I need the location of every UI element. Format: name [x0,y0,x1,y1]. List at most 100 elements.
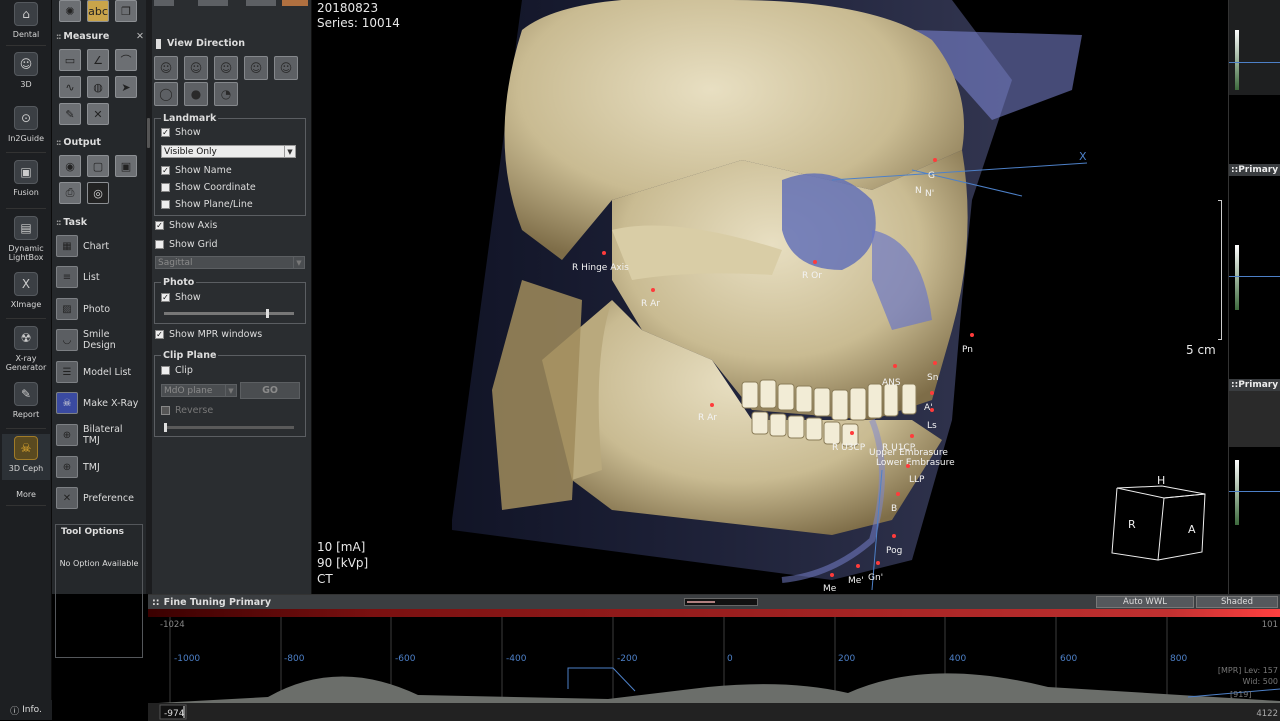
sphere-icon[interactable]: ◍ [87,76,109,98]
toolbar-button[interactable] [282,0,308,6]
shaded-button[interactable]: Shaded [1196,596,1278,608]
toolbar-button[interactable] [154,0,174,6]
slider-handle[interactable] [266,309,269,318]
show-mpr-checkbox[interactable]: ✓ Show MPR windows [155,329,262,340]
text-label-icon[interactable]: abc [87,0,109,22]
toolbar-button[interactable] [198,0,228,6]
landmark-dot[interactable] [710,403,714,407]
landmark-dot[interactable] [970,333,974,337]
nav-ximage[interactable]: X XImage [2,272,50,314]
toolbar-button[interactable] [246,0,276,6]
info-button[interactable]: ⓘ Info. [0,700,52,720]
reverse-checkbox[interactable]: Reverse [161,405,213,416]
delete-icon[interactable]: ✕ [87,103,109,125]
view-top-icon[interactable]: ◯ [154,82,178,106]
checkbox-checked[interactable]: ✓ [155,221,164,230]
task-photo[interactable]: ▨ Photo [56,296,142,322]
histogram-chart[interactable]: -1000 -800 -600 -400 -200 0 200 400 600 … [148,617,1280,721]
3d-viewport[interactable]: X G N N' R Hinge Axis R Or R Ar Pn ANS S… [312,0,1228,594]
chevron-down-icon[interactable]: ▼ [225,385,236,396]
disc-icon[interactable]: ◎ [87,182,109,204]
view-front-right-icon[interactable]: ☺ [244,56,268,80]
mpr-thumbnail[interactable] [1229,0,1280,95]
task-model-list[interactable]: ☰ Model List [56,359,142,385]
task-list[interactable]: ≡ List [56,264,142,290]
clip-depth-slider[interactable] [164,423,294,432]
mpr-thumbnail[interactable] [1229,391,1280,447]
nav-fusion[interactable]: ▣ Fusion [2,160,50,204]
capture-icon[interactable]: ▢ [87,155,109,177]
landmark-dot[interactable] [930,408,934,412]
grid-plane-select[interactable]: Sagittal ▼ [155,256,305,269]
nav-dynamic-lightbox[interactable]: ▤ Dynamic LightBox [2,216,50,264]
chevron-down-icon[interactable]: ▼ [284,146,295,157]
checkbox-unchecked[interactable] [155,240,164,249]
photo-show-checkbox[interactable]: ✓ Show [161,292,201,303]
landmark-dot[interactable] [876,561,880,565]
camera-icon[interactable]: ◉ [59,155,81,177]
view-front-icon[interactable]: ☺ [214,56,238,80]
print-icon[interactable]: ⎙ [59,182,81,204]
show-axis-checkbox[interactable]: ✓ Show Axis [155,220,217,231]
profile-icon[interactable]: ∿ [59,76,81,98]
landmark-dot[interactable] [856,564,860,568]
tools-icon[interactable]: ✕ [136,31,144,42]
checkbox-checked[interactable]: ✓ [161,128,170,137]
pointer-icon[interactable]: ➤ [115,76,137,98]
pencil-icon[interactable]: ✎ [59,103,81,125]
landmark-dot[interactable] [933,158,937,162]
settings-icon[interactable]: ✺ [59,0,81,22]
landmark-dot[interactable] [910,434,914,438]
landmark-dot[interactable] [850,431,854,435]
landmark-dot[interactable] [930,391,934,395]
nav-report[interactable]: ✎ Report [2,382,50,424]
nav-in2guide[interactable]: ⊙ In2Guide [2,106,50,146]
nav-3d[interactable]: ☺ 3D [2,52,50,92]
landmark-dot[interactable] [892,534,896,538]
chevron-down-icon[interactable]: ▼ [293,257,304,268]
view-left-icon[interactable]: ☺ [154,56,178,80]
checkbox-unchecked[interactable] [161,183,170,192]
go-button[interactable]: GO [240,382,300,399]
show-coordinate-checkbox[interactable]: Show Coordinate [161,182,256,193]
checkbox-checked[interactable]: ✓ [155,330,164,339]
landmark-dot[interactable] [651,288,655,292]
landmark-dot[interactable] [896,492,900,496]
checkbox-unchecked[interactable] [161,406,170,415]
clip-plane-select[interactable]: MdO plane ▼ [161,384,237,397]
view-bottom-icon[interactable]: ◔ [214,82,238,106]
landmark-visibility-select[interactable]: Visible Only ▼ [161,145,296,158]
checkbox-unchecked[interactable] [161,366,170,375]
landmark-dot[interactable] [906,464,910,468]
checkbox-checked[interactable]: ✓ [161,293,170,302]
copy-icon[interactable]: ❐ [115,0,137,22]
task-make-xray[interactable]: ☠ Make X-Ray [56,390,142,416]
view-right-icon[interactable]: ☺ [274,56,298,80]
show-grid-checkbox[interactable]: Show Grid [155,239,218,250]
clip-checkbox[interactable]: Clip [161,365,193,376]
landmark-show-checkbox[interactable]: ✓ Show [161,127,201,138]
landmark-dot[interactable] [830,573,834,577]
checkbox-unchecked[interactable] [161,200,170,209]
splitter-grip[interactable] [147,118,150,148]
landmark-dot[interactable] [893,364,897,368]
slider-handle[interactable] [164,423,167,432]
landmark-dot[interactable] [602,251,606,255]
task-bilateral-tmj[interactable]: ⊕ Bilateral TMJ [56,422,142,448]
nav-dental[interactable]: ⌂ Dental [2,2,50,42]
landmark-dot[interactable] [813,260,817,264]
task-preference[interactable]: ✕ Preference [56,485,142,511]
landmark-dot[interactable] [933,361,937,365]
view-back-icon[interactable]: ● [184,82,208,106]
checkbox-checked[interactable]: ✓ [161,166,170,175]
task-smile-design[interactable]: ◡ Smile Design [56,327,142,353]
task-chart[interactable]: ▦ Chart [56,233,142,259]
nav-xray-generator[interactable]: ☢ X-ray Generator [2,326,50,374]
nav-more[interactable]: More [2,490,50,502]
view-front-left-icon[interactable]: ☺ [184,56,208,80]
nav-3d-ceph[interactable]: ☠ 3D Ceph [2,434,50,480]
photo-opacity-slider[interactable] [164,309,294,318]
preset-slider[interactable] [684,598,758,606]
task-tmj[interactable]: ⊕ TMJ [56,454,142,480]
curve-icon[interactable]: ⌒ [115,49,137,71]
